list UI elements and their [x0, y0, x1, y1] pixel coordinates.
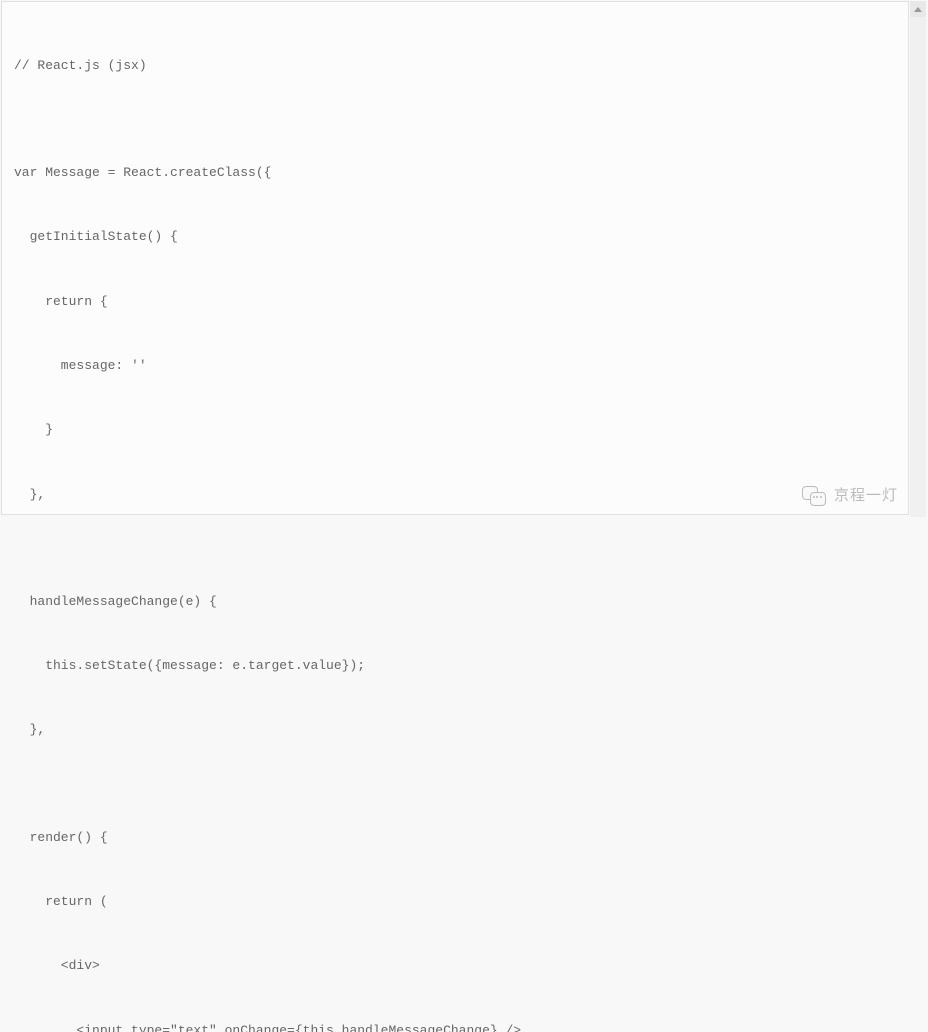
code-line: // React.js (jsx) [14, 55, 896, 76]
code-block: // React.js (jsx) var Message = React.cr… [1, 1, 909, 515]
code-line: getInitialState() { [14, 226, 896, 247]
code-line: message: '' [14, 355, 896, 376]
code-line: <div> [14, 955, 896, 976]
code-line: } [14, 419, 896, 440]
code-line: return { [14, 291, 896, 312]
chat-icon [802, 486, 828, 508]
code-line: handleMessageChange(e) { [14, 591, 896, 612]
watermark: 京程一灯 [802, 484, 898, 509]
watermark-text: 京程一灯 [834, 484, 898, 509]
code-line: }, [14, 484, 896, 505]
code-line: var Message = React.createClass({ [14, 162, 896, 183]
code-line: return ( [14, 891, 896, 912]
scrollbar-vertical[interactable] [910, 1, 926, 517]
scrollbar-arrow-up-icon[interactable] [910, 1, 926, 17]
code-line: this.setState({message: e.target.value})… [14, 655, 896, 676]
code-line: <input type="text" onChange={this.handle… [14, 1020, 896, 1032]
code-line: }, [14, 719, 896, 740]
code-line: render() { [14, 827, 896, 848]
